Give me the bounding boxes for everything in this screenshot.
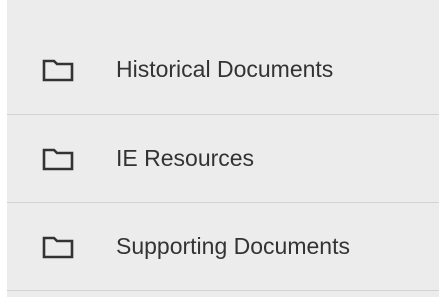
folder-label: IE Resources: [116, 145, 255, 171]
folder-icon: [42, 148, 74, 170]
folder-icon: [42, 59, 74, 81]
folder-item-supporting-documents[interactable]: Supporting Documents: [7, 203, 439, 291]
folder-list: Historical Documents IE Resources Suppor…: [7, 0, 439, 291]
folder-item-ie-resources[interactable]: IE Resources: [7, 115, 439, 203]
folder-label: Historical Documents: [116, 56, 334, 82]
folder-icon: [42, 236, 74, 258]
folder-label: Supporting Documents: [116, 233, 350, 259]
folder-item-historical-documents[interactable]: Historical Documents: [7, 25, 439, 115]
folder-panel: Historical Documents IE Resources Suppor…: [7, 0, 439, 297]
